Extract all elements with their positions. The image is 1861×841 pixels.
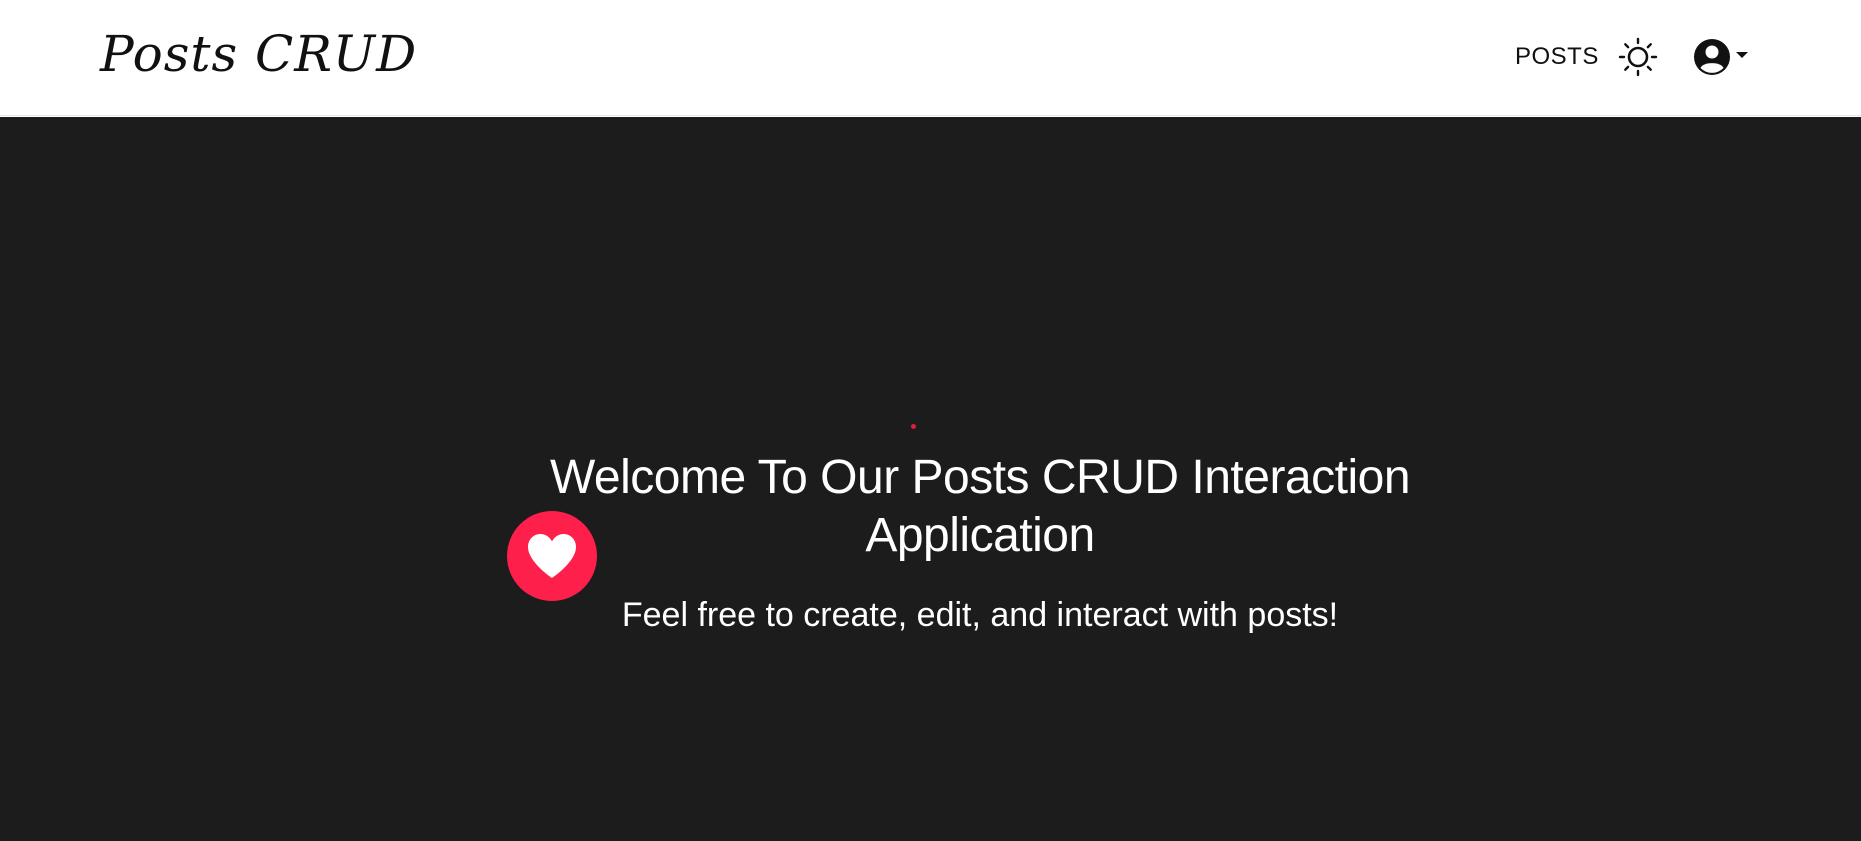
hero-title: Welcome To Our Posts CRUD Interaction Ap… — [549, 451, 1411, 562]
user-circle-icon — [1694, 39, 1730, 75]
heart-icon — [528, 534, 576, 578]
like-button[interactable] — [507, 511, 597, 601]
top-navbar: Posts CRUD POSTS — [0, 0, 1861, 116]
caret-down-icon — [1736, 52, 1748, 58]
decorative-dot — [911, 424, 916, 429]
brand-logo[interactable]: Posts CRUD — [100, 22, 417, 86]
theme-toggle-button[interactable] — [1618, 37, 1658, 77]
hero-section: Welcome To Our Posts CRUD Interaction Ap… — [0, 117, 1861, 841]
sun-icon — [1618, 37, 1658, 77]
hero-subtitle: Feel free to create, edit, and interact … — [621, 596, 1339, 634]
user-menu-dropdown[interactable] — [1692, 37, 1756, 77]
nav-link-posts[interactable]: POSTS — [1515, 43, 1599, 71]
